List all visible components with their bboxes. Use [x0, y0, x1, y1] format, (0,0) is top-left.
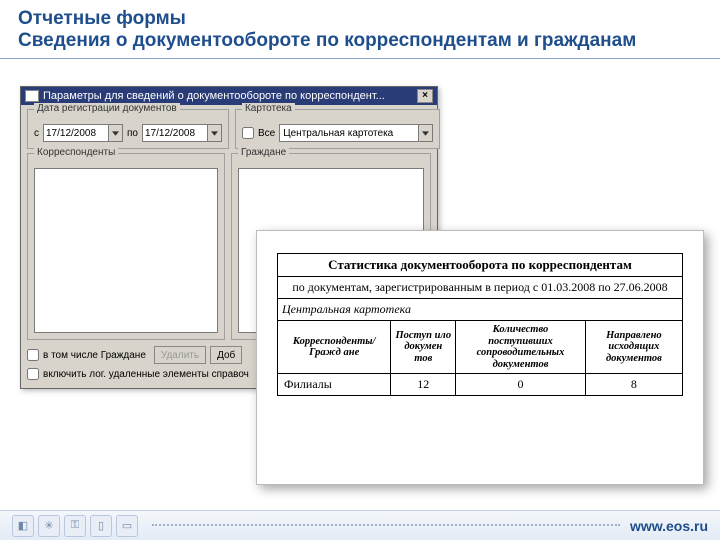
report-preview: Статистика документооборота по корреспон… — [256, 230, 704, 485]
incl-deleted-label: включить лог. удаленные элементы справоч — [43, 369, 249, 380]
report-title: Статистика документооборота по корреспон… — [278, 254, 683, 277]
row-c1: 12 — [391, 374, 456, 396]
close-button[interactable]: × — [417, 89, 433, 103]
site-url: www.eos.ru — [630, 518, 708, 534]
slide-header: Отчетные формы Сведения о документооборо… — [0, 0, 720, 59]
report-table: Статистика документооборота по корреспон… — [277, 253, 683, 396]
delete-button[interactable]: Удалить — [154, 346, 206, 364]
all-checkbox[interactable] — [242, 127, 254, 139]
incl-deleted-checkbox[interactable] — [27, 368, 39, 380]
col-outgoing: Направлено исходящих документов — [585, 321, 682, 374]
date-to-input[interactable] — [143, 127, 207, 140]
date-from-input[interactable] — [44, 127, 108, 140]
footer-icon: ✳ — [38, 515, 60, 537]
row-name: Филиалы — [278, 374, 391, 396]
card-group: Картотека Все — [235, 109, 440, 149]
from-label: с — [34, 128, 39, 139]
footer-icon: ▯ — [90, 515, 112, 537]
footer-icon: ◧ — [12, 515, 34, 537]
date-range-group: Дата регистрации документов с по — [27, 109, 229, 149]
row-c3: 8 — [585, 374, 682, 396]
col-received: Поступ ило докумен тов — [391, 321, 456, 374]
dialog-title: Параметры для сведений о документооборот… — [43, 90, 417, 102]
correspondents-group: Корреспонденты — [27, 153, 225, 340]
col-cover-docs: Количество поступивших сопроводительных … — [456, 321, 586, 374]
correspondents-list[interactable] — [34, 168, 218, 333]
add-button[interactable]: Доб — [210, 346, 242, 364]
date-from-field[interactable] — [43, 124, 123, 142]
app-icon — [25, 90, 39, 102]
card-select-input[interactable] — [280, 127, 418, 140]
card-group-label: Картотека — [242, 103, 295, 114]
table-row: Филиалы 12 0 8 — [278, 374, 683, 396]
report-subtitle: по документам, зарегистрированным в пери… — [278, 277, 683, 299]
footer-icon: ▭ — [116, 515, 138, 537]
incl-citizens-label: в том числе Граждане — [43, 350, 146, 361]
footer-icon: ⚿ — [64, 515, 86, 537]
chevron-down-icon[interactable] — [108, 125, 122, 141]
footer: ◧ ✳ ⚿ ▯ ▭ www.eos.ru — [0, 510, 720, 540]
to-label: по — [127, 128, 138, 139]
report-location: Центральная картотека — [278, 299, 683, 321]
title-line1: Отчетные формы — [18, 8, 186, 29]
col-correspondents: Корреспонденты/Гражд ане — [278, 321, 391, 374]
chevron-down-icon[interactable] — [418, 125, 432, 141]
all-label: Все — [258, 128, 275, 139]
footer-dots — [152, 524, 620, 526]
date-to-field[interactable] — [142, 124, 222, 142]
page-title: Отчетные формы Сведения о документооборо… — [18, 8, 702, 52]
chevron-down-icon[interactable] — [207, 125, 221, 141]
title-line2: Сведения о документообороте по корреспон… — [18, 30, 636, 51]
card-select[interactable] — [279, 124, 433, 142]
row-c2: 0 — [456, 374, 586, 396]
date-group-label: Дата регистрации документов — [34, 103, 180, 114]
cit-group-label: Граждане — [238, 147, 289, 158]
corr-group-label: Корреспонденты — [34, 147, 118, 158]
incl-citizens-checkbox[interactable] — [27, 349, 39, 361]
